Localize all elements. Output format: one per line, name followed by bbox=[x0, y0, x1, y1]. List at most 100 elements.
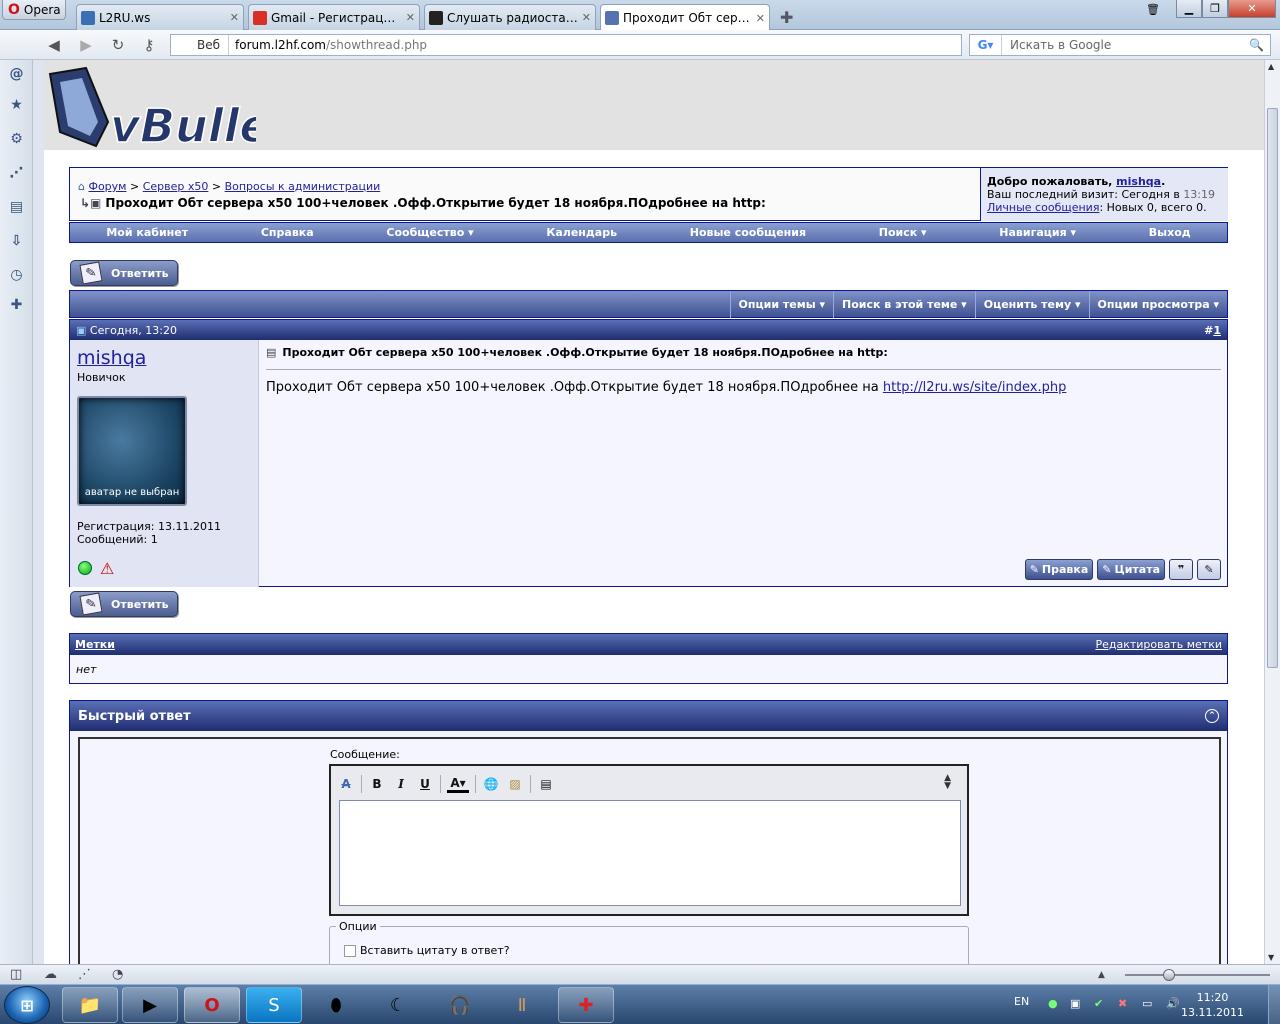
bookmarks-star-icon[interactable]: ★ bbox=[8, 96, 25, 113]
edit-tags-link[interactable]: Редактировать метки bbox=[1095, 638, 1222, 651]
language-indicator[interactable]: EN bbox=[1014, 995, 1029, 1008]
scroll-up-icon[interactable]: ▲ bbox=[1268, 62, 1274, 71]
vbulletin-logo[interactable]: vBulletin bbox=[46, 66, 256, 150]
new-tab-button[interactable]: ✚ bbox=[780, 8, 793, 27]
reply-button-bottom[interactable]: ✎ Ответить bbox=[70, 591, 178, 617]
back-button[interactable]: ◀ bbox=[45, 36, 63, 54]
quote-post-button[interactable]: ✎ Цитата bbox=[1097, 559, 1165, 580]
welcome-username-link[interactable]: mishqa bbox=[1116, 175, 1161, 188]
zoom-slider-knob[interactable] bbox=[1163, 969, 1175, 981]
skype-icon[interactable]: S bbox=[246, 987, 302, 1023]
insert-quote-icon[interactable]: ▤ bbox=[537, 775, 555, 793]
quote-option-checkbox[interactable]: Вставить цитату в ответ? bbox=[344, 944, 510, 957]
breadcrumb-admin-questions[interactable]: Вопросы к администрации bbox=[225, 180, 381, 193]
clock[interactable]: 11:20 13.11.2011 bbox=[1181, 990, 1244, 1020]
remove-format-icon[interactable]: A bbox=[337, 775, 355, 793]
unite-status-icon[interactable]: ⋰ bbox=[78, 967, 91, 982]
google-icon[interactable]: G▾ bbox=[970, 35, 1002, 55]
panel-toggle-icon[interactable]: ◫ bbox=[10, 967, 22, 982]
edit-post-button[interactable]: ✎ Правка bbox=[1024, 559, 1094, 580]
trash-icon[interactable]: 🗑 bbox=[1140, 0, 1166, 18]
start-button[interactable]: ⊞ bbox=[4, 986, 50, 1024]
address-field[interactable]: Веб forum.l2hf.com/showthread.php bbox=[170, 34, 962, 56]
private-messages-link[interactable]: Личные сообщения bbox=[987, 201, 1099, 214]
tab-radio[interactable]: Слушать радиостанци... ✕ bbox=[424, 4, 596, 30]
collapse-icon[interactable]: ⌃ bbox=[1205, 709, 1219, 723]
moon-app-icon[interactable]: ☾ bbox=[370, 987, 426, 1023]
opera-taskbar-icon[interactable]: O bbox=[184, 987, 240, 1023]
search-icon[interactable]: 🔍 bbox=[1249, 38, 1270, 52]
close-tab-icon[interactable]: ✕ bbox=[582, 11, 591, 24]
restore-button[interactable]: ❐ bbox=[1202, 0, 1228, 18]
media-player-icon[interactable]: ▶ bbox=[122, 987, 178, 1023]
insert-image-icon[interactable]: ▨ bbox=[506, 775, 524, 793]
post-body-link[interactable]: http://l2ru.ws/site/index.php bbox=[883, 380, 1067, 395]
underline-button[interactable]: U bbox=[416, 775, 434, 793]
page-scrollbar[interactable]: ▲ ▼ bbox=[1264, 60, 1280, 964]
minimize-button[interactable]: ▁ bbox=[1176, 0, 1202, 18]
nav-new-posts[interactable]: Новые сообщения bbox=[690, 226, 806, 239]
forum-home-icon[interactable]: ⌂ bbox=[78, 180, 85, 193]
message-textarea[interactable] bbox=[339, 800, 961, 906]
multiquote-icon[interactable]: ❞ bbox=[1169, 559, 1193, 580]
nav-my-cabinet[interactable]: Мой кабинет bbox=[106, 226, 188, 239]
lineage-game-icon[interactable]: Ⅱ bbox=[494, 987, 550, 1023]
tray-network-icon[interactable]: ✖ bbox=[1118, 997, 1127, 1010]
display-options-menu[interactable]: Опции просмотра ▾ bbox=[1088, 291, 1227, 318]
search-field[interactable]: G▾ Искать в Google 🔍 bbox=[969, 34, 1271, 56]
nav-search[interactable]: Поиск ▾ bbox=[879, 226, 927, 239]
health-app-icon[interactable]: ✚ bbox=[558, 987, 614, 1023]
purple-app-icon[interactable]: ⬮ bbox=[308, 987, 364, 1023]
checkbox-icon[interactable] bbox=[344, 944, 356, 957]
settings-gear-icon[interactable]: ⚙ bbox=[8, 130, 25, 147]
headset-app-icon[interactable]: 🎧 bbox=[432, 987, 488, 1023]
turbo-cloud-icon[interactable]: ☁ bbox=[44, 967, 57, 982]
nav-help[interactable]: Справка bbox=[261, 226, 314, 239]
mail-icon[interactable]: @ bbox=[8, 65, 25, 82]
scroll-down-icon[interactable]: ▼ bbox=[1268, 953, 1274, 962]
italic-button[interactable]: I bbox=[392, 775, 410, 793]
report-warning-icon[interactable]: ⚠ bbox=[100, 559, 114, 578]
scrollbar-thumb[interactable] bbox=[1267, 108, 1278, 668]
zoom-slider[interactable] bbox=[1125, 969, 1270, 981]
notes-icon[interactable]: ▤ bbox=[8, 198, 25, 215]
view-up-icon[interactable]: ▲ bbox=[1098, 970, 1105, 980]
editor-resize-icon[interactable]: ▲ ▼ bbox=[944, 774, 951, 791]
tab-forum-thread[interactable]: Проходит Обт сервер... ✕ bbox=[600, 4, 770, 31]
nav-navigation[interactable]: Навигация ▾ bbox=[999, 226, 1076, 239]
tab-l2ru[interactable]: L2RU.ws ✕ bbox=[76, 4, 244, 30]
forward-button[interactable]: ▶ bbox=[77, 36, 95, 54]
key-icon[interactable]: ⚷ bbox=[140, 36, 158, 54]
rate-thread-menu[interactable]: Оценить тему ▾ bbox=[974, 291, 1089, 318]
font-color-button[interactable]: A▾ bbox=[447, 775, 469, 793]
tab-gmail[interactable]: Gmail - Регистрация н... ✕ bbox=[248, 4, 420, 30]
quick-reply-icon[interactable]: ✎ bbox=[1197, 559, 1221, 580]
close-tab-icon[interactable]: ✕ bbox=[230, 11, 239, 24]
reply-button-top[interactable]: ✎ Ответить bbox=[70, 260, 178, 286]
search-thread-menu[interactable]: Поиск в этой теме ▾ bbox=[833, 291, 975, 318]
nav-community[interactable]: Сообщество ▾ bbox=[386, 226, 473, 239]
speed-dial-icon[interactable]: ◔ bbox=[112, 967, 123, 982]
explorer-folder-icon[interactable]: 📁 bbox=[62, 987, 118, 1023]
reload-button[interactable]: ↻ bbox=[109, 36, 127, 54]
tray-check-icon[interactable]: ✔ bbox=[1094, 997, 1103, 1010]
add-panel-icon[interactable]: ✚ bbox=[8, 296, 25, 313]
show-desktop-button[interactable] bbox=[1268, 985, 1280, 1024]
bold-button[interactable]: B bbox=[368, 775, 386, 793]
author-username-link[interactable]: mishqa bbox=[77, 347, 146, 369]
close-tab-icon[interactable]: ✕ bbox=[756, 12, 765, 25]
post-number-link[interactable]: #1 bbox=[1204, 324, 1221, 337]
volume-icon[interactable]: 🔊 bbox=[1166, 997, 1180, 1010]
close-tab-icon[interactable]: ✕ bbox=[406, 11, 415, 24]
tags-title-link[interactable]: Метки bbox=[75, 638, 115, 651]
nav-logout[interactable]: Выход bbox=[1149, 226, 1191, 239]
thread-options-menu[interactable]: Опции темы ▾ bbox=[729, 291, 833, 318]
breadcrumb-forum[interactable]: Форум bbox=[88, 180, 126, 193]
opera-menu-button[interactable]: O Opera bbox=[2, 0, 66, 20]
downloads-icon[interactable]: ⇩ bbox=[8, 232, 25, 249]
close-window-button[interactable]: ✕ bbox=[1228, 0, 1276, 18]
insert-link-icon[interactable]: 🌐 bbox=[482, 775, 500, 793]
tray-display-icon[interactable]: ▭ bbox=[1142, 997, 1152, 1010]
avatar[interactable]: аватар не выбран bbox=[77, 396, 187, 506]
tray-chat-icon[interactable]: ● bbox=[1048, 997, 1058, 1010]
